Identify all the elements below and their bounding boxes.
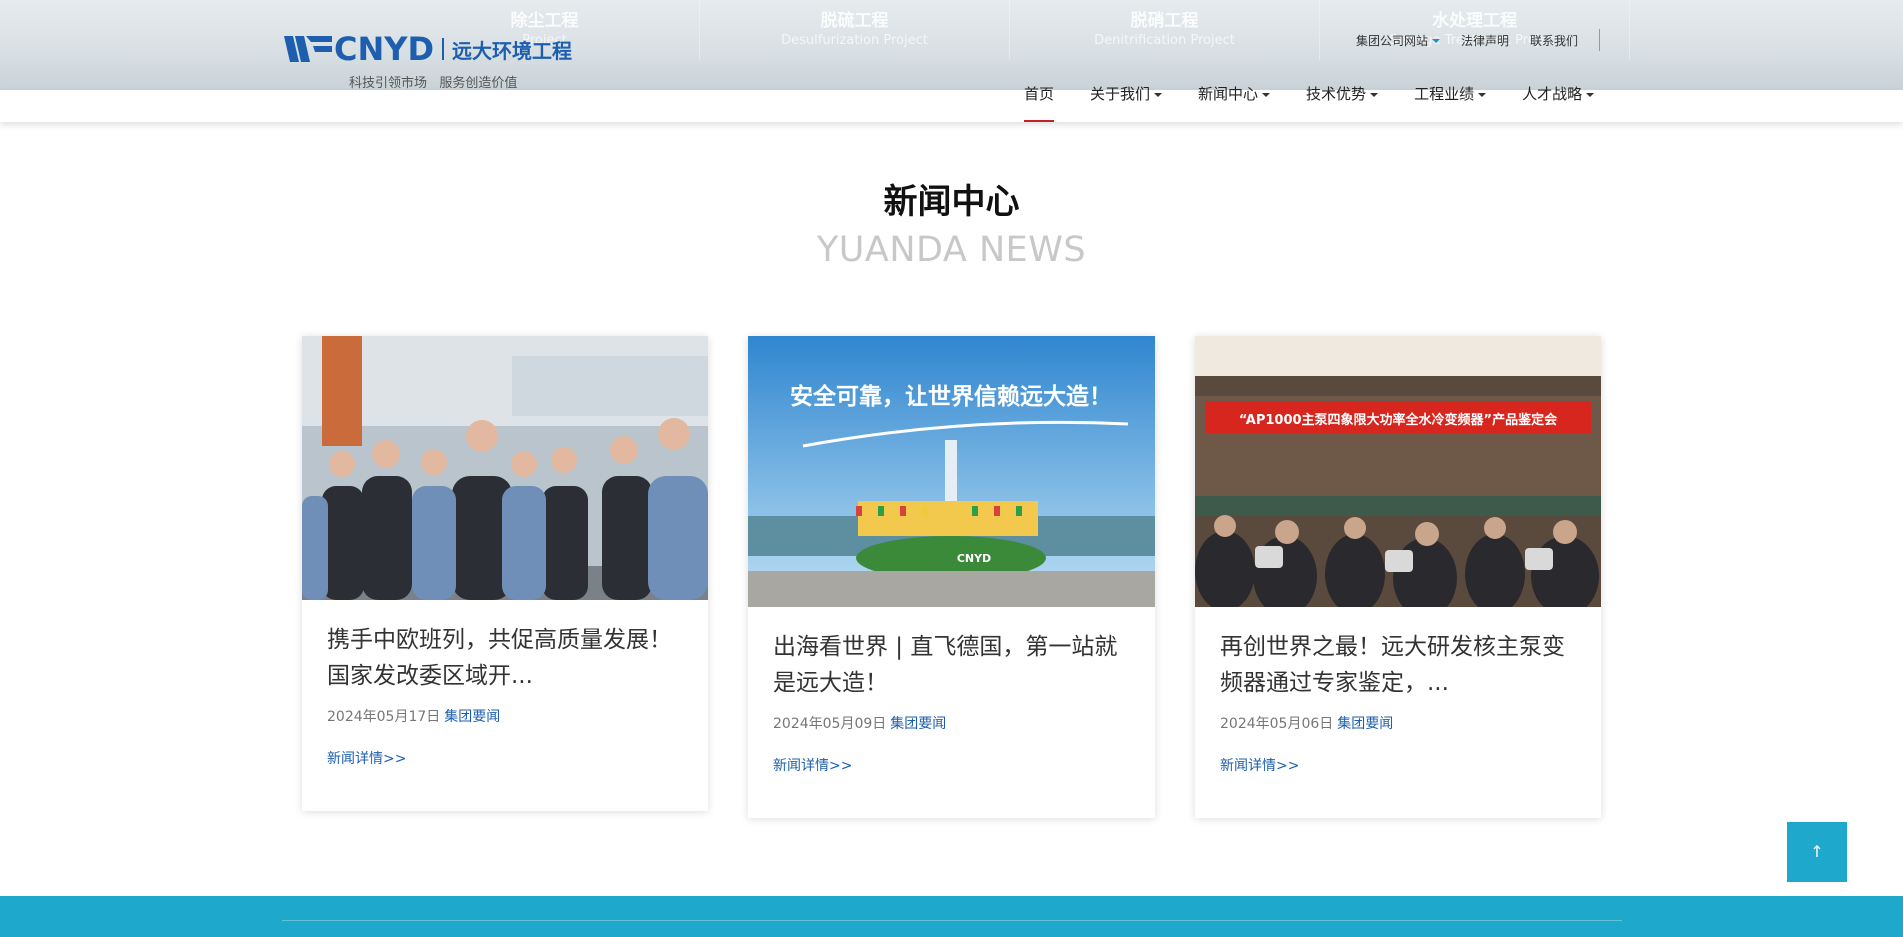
slogan: 科技引领市场 服务创造价值 <box>349 76 518 91</box>
news-title[interactable]: 携手中欧班列，共促高质量发展！ 国家发改委区域开... <box>327 622 683 694</box>
banner-tile-desulfurization[interactable]: 脱硫工程 Desulfurization Project <box>700 0 1010 60</box>
news-image-caption: 安全可靠，让世界信赖远大造！ <box>790 383 1112 410</box>
banner-tile-subtitle: Desulfurization Project <box>781 33 928 48</box>
news-meta: 2024年05月17日 集团要闻 <box>327 706 683 726</box>
chevron-down-icon <box>1154 92 1163 97</box>
top-links-divider <box>1599 29 1601 51</box>
logo-brand-text: CNYD <box>334 30 434 68</box>
nav-item-label: 首页 <box>1024 85 1055 103</box>
group-sites-dropdown[interactable]: 集团公司网站 <box>1356 32 1441 49</box>
nav-item-news[interactable]: 新闻中心 <box>1198 82 1271 122</box>
banner-tile-denitrification[interactable]: 脱硝工程 Denitrification Project <box>1010 0 1320 60</box>
logo-divider <box>442 38 444 60</box>
news-detail-link[interactable]: 新闻详情>> <box>1220 755 1576 775</box>
news-title[interactable]: 出海看世界 | 直飞德国，第一站就是远大造！ <box>773 629 1130 701</box>
news-category[interactable]: 集团要闻 <box>1337 716 1393 732</box>
news-detail-link[interactable]: 新闻详情>> <box>327 748 683 768</box>
site-logo[interactable]: CNYD 远大环境工程 <box>284 30 572 68</box>
banner-tile-title: 脱硝工程 <box>1130 11 1199 31</box>
footer-divider <box>282 920 1622 921</box>
news-card[interactable]: 携手中欧班列，共促高质量发展！ 国家发改委区域开... 2024年05月17日集… <box>302 336 708 811</box>
nav-item-label: 人才战略 <box>1522 85 1583 103</box>
nav-item-label: 技术优势 <box>1306 85 1367 103</box>
news-meta: 2024年05月09日 集团要闻 <box>773 713 1130 733</box>
nav-item-projects[interactable]: 工程业绩 <box>1414 82 1487 122</box>
nav-item-home[interactable]: 首页 <box>1024 82 1055 122</box>
news-image-caption: “AP1000主泵四象限大功率全水冷变频器”产品鉴定会 <box>1239 412 1558 428</box>
section-subtitle: YUANDA NEWS <box>816 230 1087 270</box>
news-detail-link[interactable]: 新闻详情>> <box>773 755 1130 775</box>
nav-item-talent[interactable]: 人才战略 <box>1522 82 1595 122</box>
chevron-down-icon <box>1478 92 1487 97</box>
chevron-down-icon <box>1586 92 1595 97</box>
chevron-down-icon <box>1432 39 1441 43</box>
contact-link[interactable]: 联系我们 <box>1530 32 1578 49</box>
news-date: 2024年05月09日 <box>773 716 887 732</box>
news-image-meeting[interactable]: “AP1000主泵四象限大功率全水冷变频器”产品鉴定会 <box>1195 336 1601 607</box>
section-title: 新闻中心 <box>883 182 1020 222</box>
nav-item-technology[interactable]: 技术优势 <box>1306 82 1379 122</box>
top-links: 集团公司网站 法律声明 联系我们 <box>1356 29 1601 51</box>
news-image-people-visit[interactable] <box>302 336 708 600</box>
news-card[interactable]: “AP1000主泵四象限大功率全水冷变频器”产品鉴定会 再创世界之最！远大研发核… <box>1195 336 1601 818</box>
news-date: 2024年05月06日 <box>1220 716 1334 732</box>
news-photo: 安全可靠，让世界信赖远大造！ CNYD <box>748 336 1155 607</box>
logo-chinese-name: 远大环境工程 <box>452 38 572 63</box>
news-photo: “AP1000主泵四象限大功率全水冷变频器”产品鉴定会 <box>1195 336 1601 607</box>
banner-tile-title: 水处理工程 <box>1432 11 1517 31</box>
news-meta: 2024年05月06日 集团要闻 <box>1220 713 1576 733</box>
news-category[interactable]: 集团要闻 <box>890 716 946 732</box>
news-category[interactable]: 集团要闻 <box>444 709 500 725</box>
chevron-down-icon <box>1370 92 1379 97</box>
back-to-top-button[interactable]: ↑ <box>1787 822 1847 882</box>
arrow-up-icon: ↑ <box>1810 842 1824 861</box>
nav-item-label: 工程业绩 <box>1414 85 1475 103</box>
nav-item-label: 关于我们 <box>1090 85 1151 103</box>
banner-tile-title: 除尘工程 <box>510 11 579 31</box>
footer <box>0 896 1903 937</box>
banner-tile-title: 脱硫工程 <box>820 11 889 31</box>
news-image-logo: CNYD <box>957 552 991 565</box>
news-card-body: 出海看世界 | 直飞德国，第一站就是远大造！ 2024年05月09日 集团要闻 新… <box>748 607 1155 775</box>
news-card-body: 再创世界之最！远大研发核主泵变频器通过专家鉴定，... 2024年05月06日集… <box>1195 607 1601 775</box>
chevron-down-icon <box>1262 92 1271 97</box>
news-card[interactable]: 安全可靠，让世界信赖远大造！ CNYD 出海看世界 | 直飞德国，第一站就是远大… <box>748 336 1155 818</box>
news-title[interactable]: 再创世界之最！远大研发核主泵变频器通过专家鉴定，... <box>1220 629 1576 701</box>
news-image-factory[interactable]: 安全可靠，让世界信赖远大造！ CNYD <box>748 336 1155 607</box>
logo-mark-icon <box>284 36 332 62</box>
navbar-background <box>0 90 1903 122</box>
nav-item-about[interactable]: 关于我们 <box>1090 82 1163 122</box>
group-sites-label: 集团公司网站 <box>1356 33 1429 48</box>
news-photo <box>302 336 708 600</box>
main-nav: 首页 关于我们 新闻中心 技术优势 工程业绩 人才战略 <box>1024 82 1595 122</box>
banner-tile-subtitle: Denitrification Project <box>1094 33 1235 48</box>
news-date: 2024年05月17日 <box>327 709 441 725</box>
news-card-body: 携手中欧班列，共促高质量发展！ 国家发改委区域开... 2024年05月17日集… <box>302 600 708 768</box>
legal-link[interactable]: 法律声明 <box>1461 32 1509 49</box>
nav-item-label: 新闻中心 <box>1198 85 1259 103</box>
